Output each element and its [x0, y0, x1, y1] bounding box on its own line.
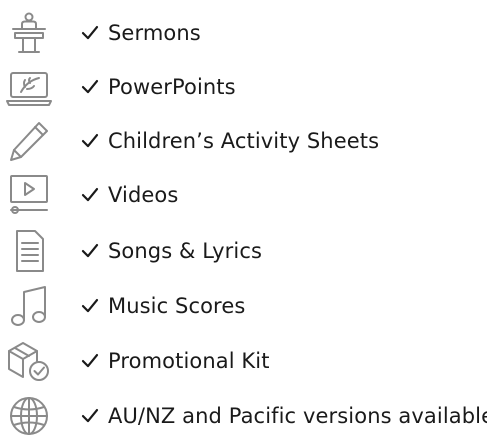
item-label: PowerPoints	[108, 75, 236, 99]
list-item-music-scores: Music Scores	[0, 281, 487, 331]
check-icon	[80, 406, 100, 426]
check-icon	[80, 23, 100, 43]
list-item-au-nz-versions: AU/NZ and Pacific versions available	[0, 391, 487, 441]
item-label: Sermons	[108, 21, 201, 45]
item-label: Children’s Activity Sheets	[108, 129, 380, 153]
item-label: Music Scores	[108, 294, 246, 318]
music-note-icon	[3, 282, 55, 330]
item-label: Promotional Kit	[108, 349, 270, 373]
list-item-promotional-kit: Promotional Kit	[0, 336, 487, 386]
item-label: AU/NZ and Pacific versions available	[108, 404, 487, 428]
globe-icon	[3, 392, 55, 440]
video-player-icon	[3, 171, 55, 219]
check-icon	[80, 77, 100, 97]
pencil-icon	[3, 117, 55, 165]
feature-list: Sermons PowerPoints Children’s Activity …	[0, 0, 487, 435]
item-label: Videos	[108, 183, 179, 207]
list-item-childrens-activity-sheets: Children’s Activity Sheets	[0, 116, 487, 166]
check-icon	[80, 185, 100, 205]
check-icon	[80, 296, 100, 316]
check-icon	[80, 351, 100, 371]
check-icon	[80, 131, 100, 151]
document-icon	[3, 227, 55, 275]
list-item-powerpoints: PowerPoints	[0, 62, 487, 112]
pulpit-icon	[3, 9, 55, 57]
check-icon	[80, 241, 100, 261]
box-check-icon	[3, 337, 55, 385]
list-item-videos: Videos	[0, 170, 487, 220]
list-item-songs-lyrics: Songs & Lyrics	[0, 226, 487, 276]
item-label: Songs & Lyrics	[108, 239, 263, 263]
list-item-sermons: Sermons	[0, 8, 487, 58]
laptop-leaf-icon	[3, 63, 55, 111]
